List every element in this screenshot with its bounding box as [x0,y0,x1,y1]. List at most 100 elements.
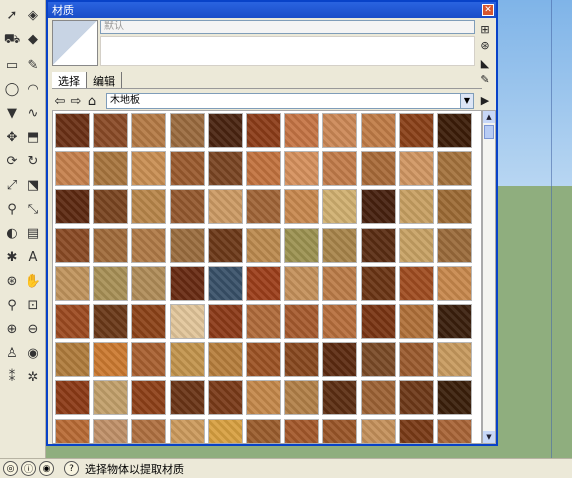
polygon-icon[interactable]: ▼ [3,104,21,122]
scroll-thumb[interactable] [484,125,494,139]
material-swatch[interactable] [398,380,434,416]
material-swatch[interactable] [398,418,434,443]
material-name-field[interactable]: 默认 [100,20,475,34]
material-swatch[interactable] [322,227,358,263]
scroll-down-icon[interactable]: ▼ [483,431,495,443]
create-material-icon[interactable]: ⊞ [478,22,492,36]
material-swatch[interactable] [207,189,243,225]
material-swatch[interactable] [398,227,434,263]
material-swatch[interactable] [93,265,129,301]
material-swatch[interactable] [131,418,167,443]
material-swatch[interactable] [284,189,320,225]
previous-view-icon[interactable]: ⊖ [24,320,42,338]
material-swatch[interactable] [437,342,472,378]
material-swatch[interactable] [398,113,434,148]
home-icon[interactable]: ⌂ [84,93,100,109]
material-swatch[interactable] [55,342,90,378]
help-icon[interactable]: ? [64,461,79,476]
material-swatch[interactable] [398,189,434,225]
material-swatch[interactable] [284,380,320,416]
display-secondary-icon[interactable]: ⊛ [478,38,492,52]
material-swatch[interactable] [169,113,205,148]
material-swatch[interactable] [437,113,472,148]
material-swatch[interactable] [398,304,434,339]
material-swatch[interactable] [360,342,396,378]
material-swatch[interactable] [322,189,358,225]
material-swatch[interactable] [169,189,205,225]
material-swatch[interactable] [246,342,281,378]
zoom-extents-icon[interactable]: ⊕ [3,320,21,338]
material-swatch[interactable] [246,189,281,225]
rectangle-icon[interactable]: ▭ [3,56,21,74]
tab-select[interactable]: 选择 [52,72,87,88]
footprint-icon[interactable]: ⁑ [3,368,21,386]
material-swatch[interactable] [322,380,358,416]
back-arrow-icon[interactable]: ⇦ [52,93,68,109]
offset-icon[interactable]: ⬔ [24,176,42,194]
pencil-icon[interactable]: ✎ [24,56,42,74]
material-swatch[interactable] [169,151,205,187]
material-swatch[interactable] [322,304,358,339]
details-arrow-icon[interactable]: ▶ [478,93,492,107]
material-swatch[interactable] [246,380,281,416]
material-swatch[interactable] [246,418,281,443]
material-swatch[interactable] [322,151,358,187]
material-swatch[interactable] [284,304,320,339]
material-swatch[interactable] [55,189,90,225]
pan-icon[interactable]: ✋ [24,272,42,290]
material-swatch[interactable] [284,151,320,187]
close-button[interactable]: ✕ [482,4,494,16]
material-swatch[interactable] [169,380,205,416]
material-swatch[interactable] [207,380,243,416]
material-swatch[interactable] [246,304,281,339]
material-swatch[interactable] [207,151,243,187]
material-swatch[interactable] [360,151,396,187]
material-swatch[interactable] [322,418,358,443]
freehand-icon[interactable]: ∿ [24,104,42,122]
tab-edit[interactable]: 编辑 [87,72,122,88]
material-swatch[interactable] [360,380,396,416]
material-swatch[interactable] [360,265,396,301]
material-swatch[interactable] [93,227,129,263]
move-icon[interactable]: ✥ [3,128,21,146]
material-swatch[interactable] [207,304,243,339]
material-swatch[interactable] [284,265,320,301]
tape-eraser-icon[interactable]: ◆ [24,30,42,48]
select-arrow-icon[interactable]: ➚ [3,6,21,24]
rotate-icon[interactable]: ⟳ [3,152,21,170]
material-swatch[interactable] [437,151,472,187]
material-swatch[interactable] [322,113,358,148]
material-swatch[interactable] [360,418,396,443]
material-swatch[interactable] [55,304,90,339]
arc-icon[interactable]: ◠ [24,80,42,98]
material-swatch[interactable] [169,265,205,301]
library-dropdown[interactable]: 木地板 ▼ [106,93,474,109]
sample-paint-icon[interactable]: ✎ [478,72,492,86]
material-swatch[interactable] [93,380,129,416]
material-swatch[interactable] [284,113,320,148]
material-swatch[interactable] [284,418,320,443]
material-swatch[interactable] [437,304,472,339]
swatch-scrollbar[interactable]: ▲ ▼ [482,110,496,444]
circle-icon[interactable]: ◯ [3,80,21,98]
material-swatch[interactable] [246,227,281,263]
material-swatch[interactable] [398,151,434,187]
window-titlebar[interactable]: 材质 [48,2,496,18]
protractor-icon[interactable]: ◐ [3,224,21,242]
material-swatch[interactable] [246,151,281,187]
material-swatch[interactable] [131,380,167,416]
dropdown-arrow-icon[interactable]: ▼ [460,94,473,108]
material-swatch[interactable] [322,342,358,378]
push-pull-icon[interactable]: ⬒ [24,128,42,146]
material-swatch[interactable] [131,304,167,339]
material-swatch[interactable] [360,189,396,225]
walk-icon[interactable]: ♙ [3,344,21,362]
material-swatch[interactable] [55,151,90,187]
material-swatch[interactable] [93,189,129,225]
tape-measure-icon[interactable]: ⚲ [3,200,21,218]
material-swatch[interactable] [93,151,129,187]
material-swatch[interactable] [398,265,434,301]
material-swatch[interactable] [55,113,90,148]
material-swatch[interactable] [207,342,243,378]
material-swatch[interactable] [93,418,129,443]
